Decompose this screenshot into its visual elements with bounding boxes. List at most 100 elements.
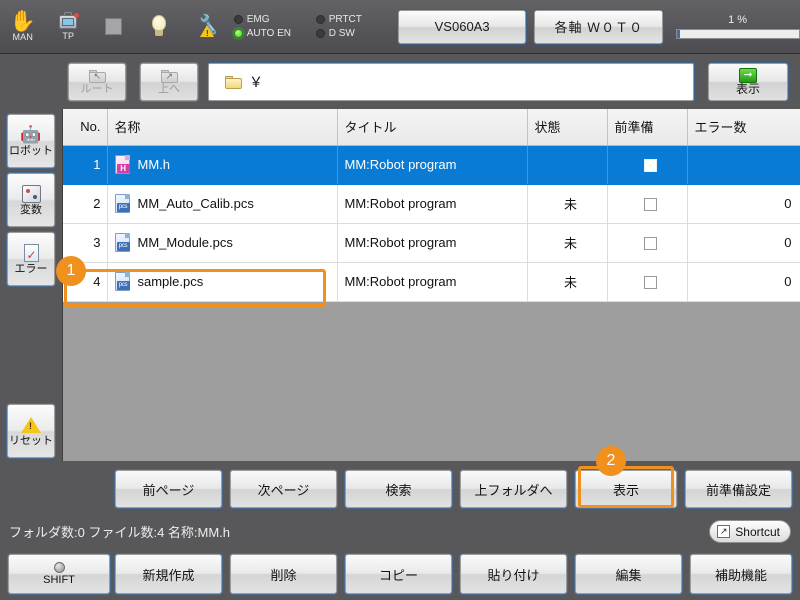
cell-title: MM:Robot program bbox=[337, 145, 528, 185]
prep-checkbox[interactable] bbox=[644, 237, 657, 251]
cell-prep[interactable] bbox=[607, 145, 688, 185]
manual-mode-label: MAN bbox=[12, 32, 34, 42]
variable-icon bbox=[21, 184, 41, 203]
led-auto-en: AUTO EN bbox=[233, 28, 306, 39]
axis-coordinate-button[interactable]: 各軸 Ｗ０Ｔ０ bbox=[534, 9, 664, 44]
h-file-icon: H bbox=[114, 155, 132, 174]
led-indicator-icon bbox=[315, 15, 325, 24]
column-header-no[interactable]: No. bbox=[63, 109, 108, 146]
column-header-errors[interactable]: エラー数 bbox=[687, 109, 800, 146]
cell-errors: 0 bbox=[687, 223, 800, 263]
parent-folder-label: 上へ bbox=[158, 82, 180, 95]
column-header-name[interactable]: 名称 bbox=[107, 109, 338, 146]
pcs-file-icon: pcs bbox=[114, 233, 132, 252]
function-button-prev-page[interactable]: 前ページ bbox=[115, 470, 222, 508]
bottom-key-row: SHIFT 新規作成 削除 コピー 貼り付け 編集 補助機能 bbox=[0, 548, 800, 600]
table-row[interactable]: 1 H MM.h MM:Robot program bbox=[63, 145, 800, 185]
sidebar-item-label: エラー bbox=[14, 262, 48, 275]
shortcut-button[interactable]: ↗ Shortcut bbox=[709, 520, 791, 543]
speed-indicator[interactable]: 1 % bbox=[675, 14, 800, 39]
led-dsw-label: D SW bbox=[328, 28, 355, 39]
robot-model-button[interactable]: VS060A3 bbox=[397, 9, 527, 44]
shortcut-label: Shortcut bbox=[735, 524, 780, 539]
shift-key-label: SHIFT bbox=[43, 574, 75, 586]
arrow-right-icon: ➞ bbox=[739, 68, 757, 83]
led-emg-label: EMG bbox=[246, 14, 270, 25]
top-status-bar: ✋ MAN TP 🔧! EMG PRTCT AUTO EN D SW VS060… bbox=[0, 0, 800, 54]
status-text: フォルダ数:0 ファイル数:4 名称:MM.h bbox=[9, 525, 231, 540]
speed-progress-bar[interactable] bbox=[675, 29, 800, 39]
root-folder-button[interactable]: ↖ ルート bbox=[68, 63, 126, 101]
function-button-parent-folder[interactable]: 上フォルダへ bbox=[460, 470, 567, 508]
folder-up-icon: ↗ bbox=[160, 69, 178, 83]
new-file-button[interactable]: 新規作成 bbox=[115, 554, 222, 594]
table-row[interactable]: 2 pcs MM_Auto_Calib.pcs MM:Robot program… bbox=[63, 184, 800, 224]
led-status-group: EMG PRTCT AUTO EN D SW bbox=[233, 14, 388, 39]
stop-indicator bbox=[91, 2, 137, 52]
file-name-label: MM.h bbox=[137, 157, 171, 172]
teach-pendant-label: TP bbox=[62, 31, 75, 41]
cell-state: 未 bbox=[527, 262, 608, 302]
prep-checkbox[interactable] bbox=[644, 276, 657, 290]
column-header-prep[interactable]: 前準備 bbox=[607, 109, 688, 146]
cell-prep[interactable] bbox=[607, 262, 688, 302]
maintenance-indicator: 🔧! bbox=[182, 2, 228, 52]
show-button[interactable]: ➞ 表示 bbox=[708, 63, 788, 101]
sidebar-item-robot[interactable]: 🤖 ロボット bbox=[7, 114, 55, 168]
shortcut-icon: ↗ bbox=[717, 525, 731, 538]
delete-button[interactable]: 削除 bbox=[230, 554, 337, 594]
file-name-label: MM_Auto_Calib.pcs bbox=[137, 196, 254, 211]
left-sidebar: 🤖 ロボット 変数 ✓ エラー ! リセット bbox=[0, 109, 62, 459]
function-button-search[interactable]: 検索 bbox=[345, 470, 452, 508]
pcs-file-icon: pcs bbox=[114, 272, 132, 291]
auxiliary-function-button[interactable]: 補助機能 bbox=[690, 554, 792, 594]
cell-errors: 0 bbox=[687, 184, 800, 224]
cell-no: 2 bbox=[63, 184, 108, 224]
function-button-prep-setting[interactable]: 前準備設定 bbox=[685, 470, 792, 508]
shift-key-button[interactable]: SHIFT bbox=[8, 554, 110, 594]
lamp-indicator bbox=[137, 2, 183, 52]
cell-name: pcs MM_Auto_Calib.pcs bbox=[107, 184, 338, 224]
cell-prep[interactable] bbox=[607, 184, 688, 224]
file-name-label: sample.pcs bbox=[137, 274, 204, 289]
cell-errors: 0 bbox=[687, 262, 800, 302]
file-name-label: MM_Module.pcs bbox=[137, 235, 233, 250]
sidebar-item-error[interactable]: ✓ エラー bbox=[7, 232, 55, 286]
paste-button[interactable]: 貼り付け bbox=[460, 554, 567, 594]
stop-square-icon bbox=[105, 18, 123, 35]
reset-button[interactable]: ! リセット bbox=[7, 404, 55, 458]
sidebar-item-label: 変数 bbox=[20, 203, 42, 216]
function-button-next-page[interactable]: 次ページ bbox=[230, 470, 337, 508]
annotation-badge-1: 1 bbox=[56, 256, 86, 286]
function-button-show[interactable]: 表示 bbox=[575, 470, 677, 508]
edit-button[interactable]: 編集 bbox=[575, 554, 682, 594]
prep-checkbox[interactable] bbox=[644, 159, 657, 173]
column-header-state[interactable]: 状態 bbox=[527, 109, 608, 146]
function-button-row: 前ページ 次ページ 検索 上フォルダへ 表示 前準備設定 bbox=[0, 461, 800, 515]
annotation-badge-2: 2 bbox=[596, 446, 626, 476]
led-prtct-label: PRTCT bbox=[328, 14, 362, 25]
error-icon: ✓ bbox=[23, 243, 39, 262]
cell-name: pcs sample.pcs bbox=[107, 262, 338, 302]
sidebar-item-variable[interactable]: 変数 bbox=[7, 173, 55, 227]
table-row[interactable]: 4 pcs sample.pcs MM:Robot program 未 0 bbox=[63, 262, 800, 302]
copy-button[interactable]: コピー bbox=[345, 554, 452, 594]
led-indicator-icon bbox=[233, 15, 243, 24]
led-prtct: PRTCT bbox=[315, 14, 388, 25]
cell-errors bbox=[687, 145, 800, 185]
cell-prep[interactable] bbox=[607, 223, 688, 263]
reset-button-label: リセット bbox=[9, 434, 53, 447]
cell-title: MM:Robot program bbox=[337, 223, 528, 263]
root-folder-label: ルート bbox=[80, 82, 114, 95]
path-input[interactable]: ￥ bbox=[208, 63, 694, 101]
path-value: ￥ bbox=[249, 74, 263, 90]
hand-icon: ✋ bbox=[9, 10, 36, 33]
folder-icon bbox=[225, 75, 242, 89]
parent-folder-button[interactable]: ↗ 上へ bbox=[140, 63, 198, 101]
show-button-label: 表示 bbox=[735, 82, 760, 96]
column-header-title[interactable]: タイトル bbox=[337, 109, 528, 146]
table-row[interactable]: 3 pcs MM_Module.pcs MM:Robot program 未 0 bbox=[63, 223, 800, 263]
shift-led-icon bbox=[53, 562, 65, 573]
prep-checkbox[interactable] bbox=[644, 198, 657, 212]
pcs-file-icon: pcs bbox=[114, 194, 132, 213]
